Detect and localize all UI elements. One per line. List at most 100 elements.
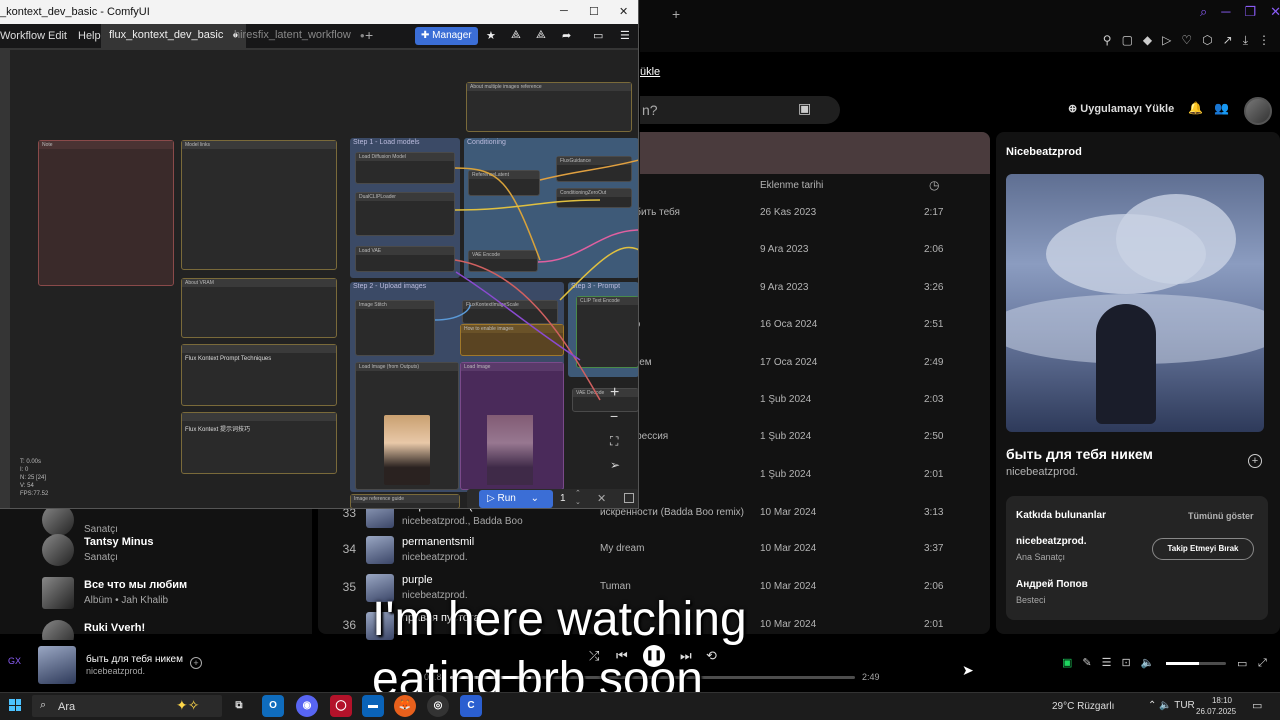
new-tab-icon[interactable]: + (672, 6, 680, 22)
fit-view-icon[interactable]: ⛶ (610, 434, 618, 449)
clock-time: 18:10 (1211, 696, 1232, 705)
install-app-button[interactable]: ⊕ Uygulamayı Yükle (1068, 102, 1174, 115)
lyrics-icon[interactable]: ✎ (1082, 656, 1091, 669)
avatar[interactable] (1244, 97, 1272, 125)
track-number: 36 (342, 618, 356, 632)
chevron-down-icon[interactable]: ⌄ (531, 493, 539, 504)
track-album[interactable]: Tuman (600, 581, 631, 592)
queue-icon[interactable]: ☰ (1102, 656, 1112, 669)
browse-icon[interactable]: ▣ (798, 100, 824, 120)
maximize-icon[interactable]: ❐ (1245, 4, 1257, 20)
share-icon[interactable]: ↗ (1223, 33, 1233, 47)
search-icon[interactable]: ⌕ (1200, 4, 1207, 20)
minimize-icon[interactable]: ─ (1221, 4, 1230, 20)
now-playing-title[interactable]: быть для тебя никем (1006, 446, 1153, 462)
track-date: 1 Şub 2024 (760, 431, 812, 442)
notification-icon[interactable]: ▭ (1252, 699, 1262, 712)
zoom-out-icon[interactable]: − (610, 408, 618, 424)
track-date: 9 Ara 2023 (760, 244, 809, 255)
task-view-icon[interactable]: ⧉ (228, 695, 250, 717)
track-duration: 3:26 (924, 282, 944, 293)
track-date: 10 Mar 2024 (760, 543, 817, 554)
discord-icon[interactable]: ◉ (296, 695, 318, 717)
now-playing-artist[interactable]: nicebeatzprod. (1006, 466, 1078, 478)
track-artist[interactable]: nicebeatzprod., Badda Boo (402, 516, 523, 527)
credit-name[interactable]: Андрей Попов (1016, 579, 1088, 590)
track-duration: 2:01 (924, 619, 944, 630)
batch-count-input[interactable]: 1 (560, 493, 566, 504)
list-item[interactable]: Tantsy Minus Sanatçı (0, 532, 312, 572)
opera-gx-icon[interactable]: ◯ (330, 695, 352, 717)
repeat-icon[interactable]: ⟲ (706, 648, 717, 664)
pointer-mode-icon[interactable]: ➢ (610, 458, 620, 472)
show-all-link[interactable]: Tümünü göster (1188, 511, 1254, 521)
track-duration: 3:37 (924, 543, 944, 554)
comfyui-window: _kontext_dev_basic - ComfyUI ─ ☐ ✕ Workf… (0, 0, 639, 509)
comfyui-taskbar-icon[interactable]: C (460, 695, 482, 717)
taskbar-clock[interactable]: 18:10 26.07.2025 (1196, 695, 1236, 717)
track-thumb (366, 536, 394, 564)
credit-name[interactable]: nicebeatzprod. (1016, 536, 1087, 547)
menu-icon[interactable]: ⋮ (1258, 33, 1270, 47)
app-icon[interactable]: ▬ (362, 695, 384, 717)
device-icon[interactable]: ⊡ (1122, 656, 1131, 669)
stat-line: N: 25 [24] (20, 475, 47, 481)
wire (434, 304, 471, 321)
track-artist[interactable]: nicebeatzprod. (402, 552, 468, 563)
unfollow-button[interactable]: Takip Etmeyi Bırak (1152, 538, 1254, 560)
run-button[interactable]: ▷ Run ⌄ (479, 490, 553, 508)
cover-art (1006, 174, 1264, 432)
extensions-icon[interactable]: ⬡ (1202, 33, 1212, 47)
volume-slider[interactable] (1166, 662, 1226, 665)
track-title[interactable]: purple (402, 574, 433, 586)
track-date: 10 Mar 2024 (760, 581, 817, 592)
mouse-cursor-icon: ➤ (962, 662, 974, 678)
volume-icon[interactable]: 🔈 (1141, 656, 1155, 669)
now-playing-view-icon[interactable]: ▣ (1062, 656, 1072, 669)
tray-icons[interactable]: ⌃ 🔈 TUR (1148, 700, 1195, 711)
wire (539, 159, 638, 181)
player-cover[interactable] (38, 646, 76, 684)
screenshot-icon[interactable]: ▢ (1122, 33, 1133, 47)
download-icon[interactable]: ⤓ (1243, 33, 1248, 48)
player-title[interactable]: быть для тебя никем (86, 654, 183, 665)
fullscreen-icon[interactable]: ⤢ (1258, 657, 1267, 670)
miniplayer-icon[interactable]: ▭ (1237, 657, 1247, 670)
zoom-in-icon[interactable]: + (610, 384, 619, 402)
track-title[interactable]: permanentsmil (402, 536, 474, 548)
add-to-library-icon[interactable]: + (190, 657, 202, 669)
track-duration: 2:01 (924, 469, 944, 480)
now-playing-header: Nicebeatzprod (1006, 146, 1082, 158)
browser-window-controls: ⌕ ─ ❐ ✕ (1200, 4, 1280, 20)
track-duration: 2:51 (924, 319, 944, 330)
queue-panel-icon[interactable] (624, 493, 634, 503)
chrome-icon[interactable]: ◎ (427, 695, 449, 717)
player-extra-controls: ▣ ✎ ☰ ⊡ 🔈 (1062, 656, 1154, 669)
track-duration: 2:06 (924, 244, 944, 255)
player-artist[interactable]: nicebeatzprod. (86, 666, 145, 676)
library-panel: Sanatçı Tantsy Minus Sanatçı Все что мы … (0, 504, 312, 652)
batch-stepper[interactable]: ⌃ ⌄ (575, 489, 581, 507)
notifications-icon[interactable]: 🔔 (1188, 101, 1203, 115)
add-to-library-icon[interactable]: + (1248, 454, 1262, 468)
weather-widget[interactable]: 29°C Rüzgarlı (1052, 701, 1114, 712)
heart-icon[interactable]: ♡ (1181, 33, 1192, 47)
windows-start-icon[interactable] (9, 699, 21, 711)
clock-icon[interactable]: ◷ (929, 178, 939, 192)
firefox-icon[interactable]: 🦊 (394, 695, 416, 717)
track-album[interactable]: My dream (600, 543, 644, 554)
play-icon[interactable]: ▷ (1162, 33, 1171, 47)
track-date: 26 Kas 2023 (760, 207, 817, 218)
friends-activity-icon[interactable]: 👥 (1214, 101, 1229, 115)
column-date-header[interactable]: Eklenme tarihi (760, 180, 823, 191)
table-row[interactable]: 34 permanentsmil nicebeatzprod. My dream 10 … (318, 532, 990, 568)
bookmark-icon[interactable]: ⚲ (1103, 33, 1112, 47)
close-icon[interactable]: ✕ (1270, 4, 1280, 20)
cancel-icon[interactable]: ✕ (597, 492, 606, 505)
install-link[interactable]: ükle (640, 66, 660, 78)
gx-icon[interactable]: GX (8, 656, 21, 666)
language-indicator: TUR (1174, 700, 1195, 711)
shield-icon[interactable]: ◆ (1143, 33, 1152, 47)
list-item[interactable]: Все что мы любим Albüm • Jah Khalib (0, 575, 312, 615)
outlook-icon[interactable]: O (262, 695, 284, 717)
